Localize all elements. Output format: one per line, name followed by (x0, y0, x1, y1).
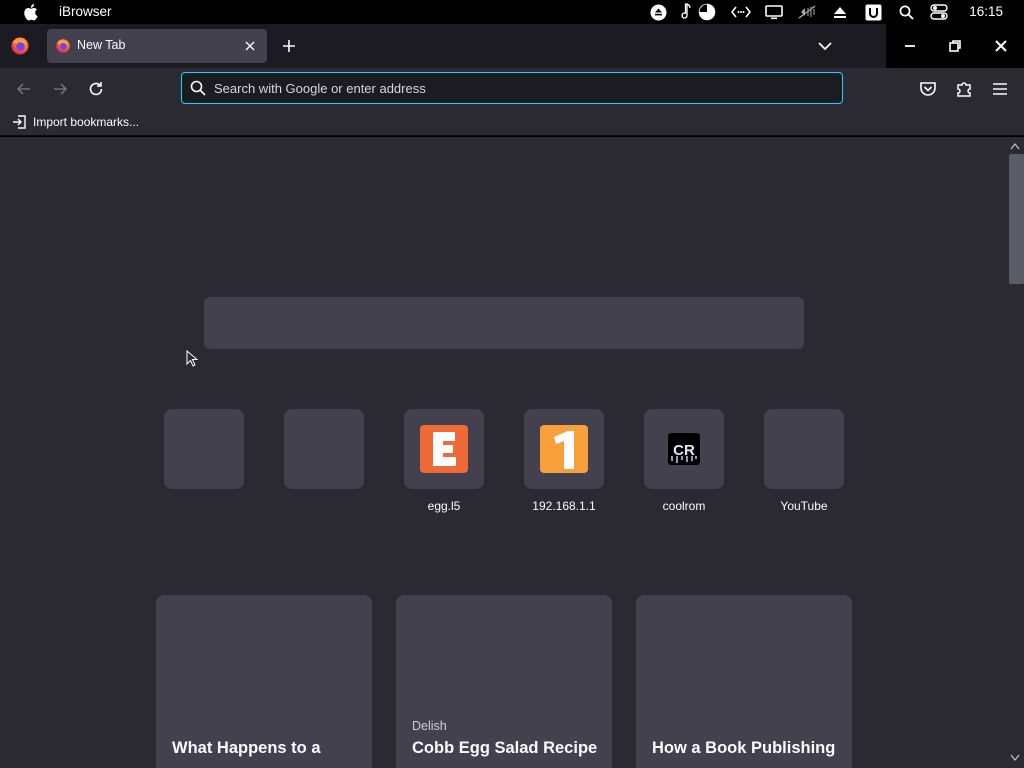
story-title: What Happens to a (172, 739, 321, 757)
story-title: Cobb Egg Salad Recipe (412, 739, 598, 757)
eject-icon[interactable] (831, 0, 849, 24)
apple-icon[interactable] (22, 3, 38, 21)
menubar-clock[interactable]: 16:15 (969, 4, 1003, 19)
reload-icon[interactable] (86, 79, 106, 99)
coolrom-logo-icon: CR (668, 433, 700, 465)
url-input[interactable] (214, 76, 814, 100)
top-site-tile-box[interactable] (764, 409, 844, 489)
window-controls (886, 24, 1024, 68)
top-site-tile-box[interactable] (284, 409, 364, 489)
top-site-label: coolrom (662, 499, 706, 513)
import-bookmarks-button[interactable]: Import bookmarks... (12, 114, 139, 130)
hamburger-menu-icon[interactable] (990, 79, 1010, 99)
pie-chart-icon[interactable] (697, 0, 717, 24)
story-card[interactable]: What Happens to a (156, 595, 372, 768)
top-site-label: 192.168.1.1 (532, 499, 596, 513)
close-tab-icon[interactable] (243, 39, 257, 53)
back-arrow-icon[interactable] (14, 79, 34, 99)
top-site-tile-box[interactable] (524, 409, 604, 489)
page-scrollbar[interactable] (1006, 137, 1024, 768)
import-bookmarks-label: Import bookmarks... (33, 115, 140, 129)
system-menubar: iBrowser 16:15 (0, 0, 1024, 24)
top-site-coolrom[interactable]: CR coolrom (644, 409, 724, 513)
url-bar[interactable] (181, 72, 843, 104)
new-tab-search-box[interactable] (204, 297, 804, 349)
top-site-tile-box[interactable] (404, 409, 484, 489)
extensions-puzzle-icon[interactable] (954, 79, 974, 99)
top-site-label: YouTube (780, 499, 828, 513)
scroll-up-arrow-icon[interactable] (1010, 142, 1020, 150)
story-title: How a Book Publishing (652, 739, 836, 757)
top-site-tile[interactable] (164, 409, 244, 499)
bookmarks-toolbar: Import bookmarks... (0, 110, 1024, 136)
firefox-logo-icon[interactable] (10, 36, 30, 56)
top-site-tile-box[interactable] (164, 409, 244, 489)
tab-title: New Tab (77, 38, 126, 52)
control-center-icon[interactable] (929, 0, 949, 24)
display-icon[interactable] (764, 0, 784, 24)
music-note-icon[interactable] (680, 0, 692, 24)
tab-strip: New Tab (0, 24, 1024, 68)
mute-icon[interactable] (796, 0, 818, 24)
story-card[interactable]: How a Book Publishing (636, 595, 852, 768)
top-site-egg[interactable]: egg.l5 (404, 409, 484, 513)
scroll-down-arrow-icon[interactable] (1010, 754, 1020, 762)
new-tab-page: egg.l5 192.168.1.1 CR coolrom YouTube Wh… (0, 137, 1024, 768)
navigation-toolbar (0, 68, 1024, 110)
top-site-tile[interactable] (284, 409, 364, 499)
import-icon (13, 115, 26, 129)
close-window-icon[interactable] (993, 38, 1009, 54)
letter-e-icon (420, 425, 468, 473)
top-site-router[interactable]: 192.168.1.1 (524, 409, 604, 513)
scrollbar-thumb[interactable] (1009, 154, 1024, 284)
number-one-icon (540, 425, 588, 473)
new-tab-plus-icon[interactable] (280, 37, 298, 55)
restore-icon[interactable] (947, 38, 963, 54)
mouse-cursor-icon (186, 350, 198, 367)
eject-circle-icon[interactable] (649, 0, 667, 24)
app-name[interactable]: iBrowser (59, 4, 112, 19)
search-icon (190, 80, 206, 96)
pocket-icon[interactable] (918, 79, 938, 99)
search-icon[interactable] (897, 0, 915, 24)
story-card[interactable]: Delish Cobb Egg Salad Recipe (396, 595, 612, 768)
list-all-tabs-chevron-icon[interactable] (816, 37, 834, 55)
forward-arrow-icon[interactable] (50, 79, 70, 99)
tab-new-tab[interactable]: New Tab (47, 29, 267, 63)
u-badge-icon[interactable] (864, 0, 882, 24)
story-source: Delish (412, 719, 447, 733)
top-site-tile-box[interactable]: CR (644, 409, 724, 489)
top-site-label: egg.l5 (427, 499, 461, 513)
minimize-icon[interactable] (902, 38, 918, 54)
top-site-youtube[interactable]: YouTube (764, 409, 844, 513)
code-icon[interactable] (730, 0, 752, 24)
firefox-favicon-icon (56, 39, 70, 53)
